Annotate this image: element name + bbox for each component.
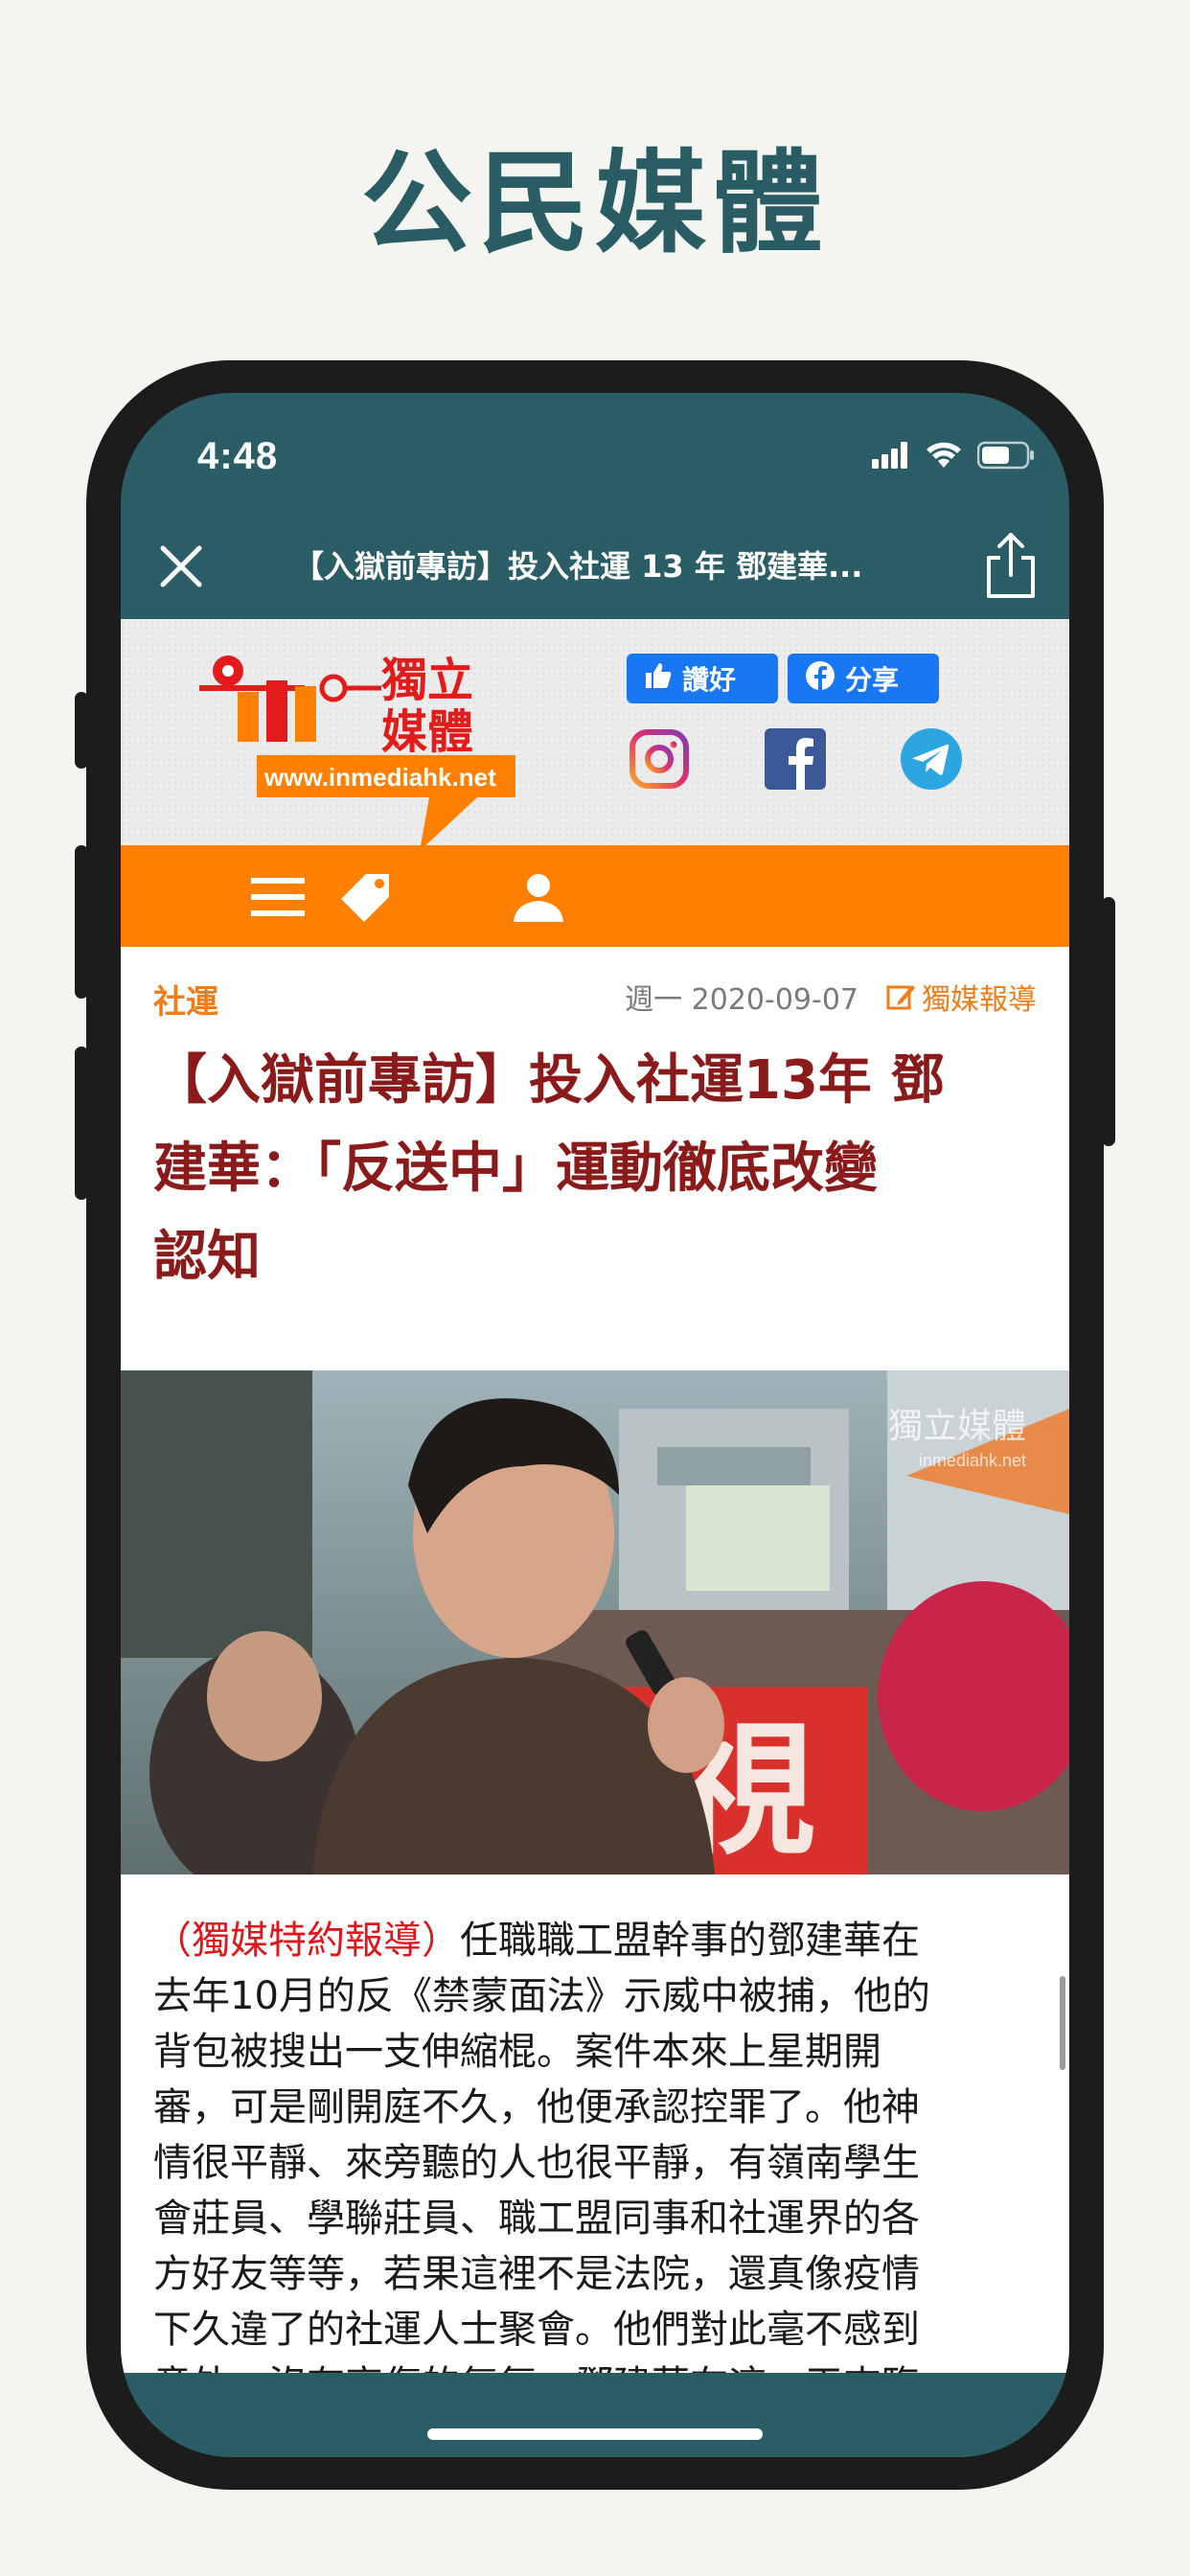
phone-button-volume-up (75, 845, 88, 999)
body-lead: （獨媒特約報導） (153, 1919, 460, 1963)
facebook-icon[interactable] (763, 726, 828, 792)
nav-title: 【入獄前專訪】投入社運 13 年 鄧建華... (293, 548, 863, 585)
body-line: 去年10月的反《禁蒙面法》示威中被捕，他的 (153, 1974, 930, 2018)
status-time: 4:48 (197, 435, 279, 477)
phone-button-volume-down (75, 1046, 88, 1200)
phone-screen: 4:48 【入獄前專訪】投入社運 13 年 鄧建華... 獨立 媒體 www.i… (121, 393, 1069, 2457)
share-icon[interactable] (979, 529, 1042, 602)
phone-button-mute (75, 692, 88, 769)
page-heading: 公民媒體 (361, 138, 829, 268)
menu-icon[interactable] (249, 868, 307, 926)
body-line: 意外，沒有哀傷的氣氛。鄧建華在這一天來臨 (153, 2358, 1035, 2373)
svg-text:獨立媒體: 獨立媒體 (888, 1407, 1026, 1446)
scrollbar[interactable] (1060, 1976, 1065, 2070)
headline-line: 【入獄前專訪】投入社運13年 鄧 (153, 1049, 945, 1112)
article-source-label: 獨媒報導 (922, 983, 1037, 1017)
svg-text:媒體: 媒體 (381, 705, 473, 759)
headline-line: 認知 (153, 1226, 261, 1288)
body-line: 會莊員、學聯莊員、職工盟同事和社運界的各 (153, 2196, 920, 2241)
inmedia-logo[interactable]: 獨立 媒體 www.inmediahk.net (190, 631, 515, 851)
thumbs-up-icon (644, 661, 673, 697)
article-category[interactable]: 社運 (153, 976, 218, 1023)
body-line: 方好友等等，若果這裡不是法院，還真像疫情 (153, 2252, 920, 2296)
facebook-like-button[interactable]: 讚好 (627, 654, 778, 703)
status-icons (872, 441, 1035, 470)
headline-line: 建華：「反送中」運動徹底改變 (153, 1138, 878, 1200)
cellular-signal-icon (872, 442, 907, 469)
webview-content: 獨立 媒體 www.inmediahk.net 讚好 分享 社運 週一 2020… (121, 619, 1069, 2373)
user-icon[interactable] (510, 868, 567, 926)
edit-icon (886, 985, 915, 1010)
article-headline: 【入獄前專訪】投入社運13年 鄧 建華：「反送中」運動徹底改變 認知 (153, 1037, 1044, 1301)
body-line: 下久違了的社運人士聚會。他們對此毫不感到 (153, 2308, 920, 2352)
instagram-icon[interactable] (627, 726, 692, 792)
tag-icon[interactable] (337, 868, 395, 926)
body-line: 審，可是剛開庭不久，他便承認控罪了。他神 (153, 2085, 920, 2129)
article-date: 週一 2020-09-07 (625, 983, 858, 1017)
svg-text:獨立: 獨立 (381, 654, 473, 707)
svg-text:inmediahk.net: inmediahk.net (919, 1451, 1026, 1470)
like-label: 讚好 (682, 664, 737, 696)
body-line: 情很平靜、來旁聽的人也很平靜，有嶺南學生 (153, 2141, 920, 2185)
article-source[interactable]: 獨媒報導 (885, 976, 1037, 1018)
share-label: 分享 (845, 664, 900, 696)
phone-frame: 4:48 【入獄前專訪】投入社運 13 年 鄧建華... 獨立 媒體 www.i… (75, 360, 1115, 2490)
body-line: （獨媒特約報導）任職職工盟幹事的鄧建華在 (153, 1913, 1035, 1968)
site-navigation-bar (121, 845, 1069, 947)
svg-text:www.inmediahk.net: www.inmediahk.net (263, 763, 496, 792)
body-line-0: 任職職工盟幹事的鄧建華在 (460, 1919, 920, 1963)
site-header: 獨立 媒體 www.inmediahk.net 讚好 分享 (121, 619, 1069, 851)
battery-icon (977, 441, 1034, 470)
close-icon[interactable] (149, 535, 213, 598)
bottom-bar (121, 2373, 1069, 2457)
status-bar: 4:48 (121, 393, 1069, 514)
article-body: （獨媒特約報導）任職職工盟幹事的鄧建華在 去年10月的反《禁蒙面法》示威中被捕，… (153, 1913, 1035, 2373)
telegram-icon[interactable] (899, 726, 964, 792)
facebook-share-button[interactable]: 分享 (788, 654, 939, 703)
article-photo[interactable]: 視 獨立媒體 inmediahk.net (121, 1370, 1069, 1874)
home-indicator[interactable] (427, 2428, 763, 2440)
article-meta: 社運 週一 2020-09-07 獨媒報導 (121, 947, 1069, 1035)
facebook-logo-icon (805, 660, 835, 698)
wifi-icon (927, 442, 961, 468)
phone-button-power (1102, 897, 1115, 1146)
protest-photo: 視 獨立媒體 inmediahk.net (121, 1370, 1069, 1874)
navigation-bar: 【入獄前專訪】投入社運 13 年 鄧建華... (121, 514, 1069, 619)
body-line: 背包被搜出一支伸縮棍。案件本來上星期開 (153, 2030, 881, 2074)
